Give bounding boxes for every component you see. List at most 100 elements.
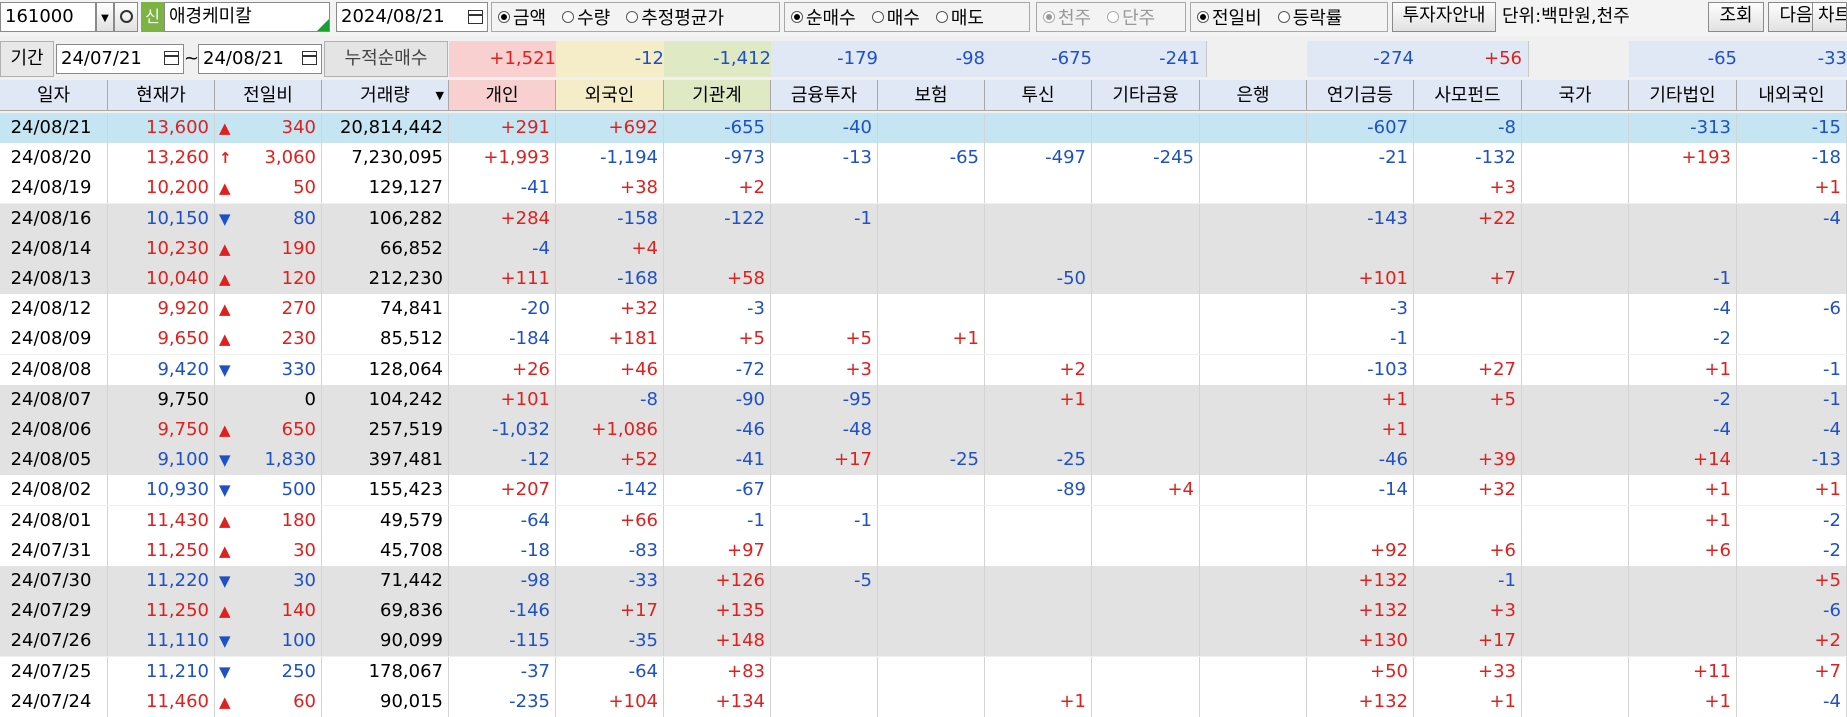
stock-name-field[interactable]: 애경케미칼 (164, 2, 330, 32)
price-cell: 9,920 (108, 294, 215, 325)
table-row[interactable]: 24/07/24 11,460 60 ▲ 90,015 -235 +104 +134 +1 +13… (0, 686, 1847, 717)
date-input[interactable]: 2024/08/21 (336, 2, 488, 32)
column-header[interactable]: 일자 (0, 80, 108, 111)
table-row[interactable]: 24/08/12 9,920 270 ▲ 74,841 -20 +32 -3 -3 -4 -6 (0, 294, 1847, 325)
table-row[interactable]: 24/08/07 9,750 0 104,242 +101 -8 -90 -95 +1 +1 +5-… (0, 384, 1847, 415)
investor-value-cell: +1 (1414, 686, 1522, 717)
investor-value-cell (878, 535, 985, 566)
column-header[interactable]: 국가 (1522, 80, 1629, 111)
investor-value-cell: +5 (664, 324, 771, 355)
table-row[interactable]: 24/07/29 11,250 140 ▲ 69,836 -146 +17 +135 +132 +… (0, 596, 1847, 627)
table-row[interactable]: 24/07/30 11,220 30 ▼ 71,442 -98 -33 +126 -5 +132-… (0, 566, 1847, 596)
investor-value-cell: +3 (771, 354, 878, 385)
column-header[interactable]: 연기금등 (1307, 80, 1414, 111)
investor-value-cell (1200, 203, 1307, 234)
column-header[interactable]: 금융투자 (771, 80, 878, 111)
column-header[interactable]: 전일비 (215, 80, 322, 111)
column-header[interactable]: 기타법인 (1629, 80, 1737, 111)
radio-est-avg-price[interactable]: 추정평균가 (620, 4, 724, 30)
table-row[interactable]: 24/07/26 11,110 100 ▼ 90,099 -115 -35 +148 +130 +… (0, 626, 1847, 657)
investor-value-cell: +111 (449, 264, 556, 294)
query-button[interactable]: 조회 (1708, 2, 1764, 32)
investor-value-cell (664, 233, 771, 264)
investor-value-cell: +132 (1307, 686, 1414, 717)
table-row[interactable]: 24/08/14 10,230 190 ▲ 66,852 -4 +4 (0, 233, 1847, 264)
date-cell: 24/08/20 (0, 143, 108, 174)
investor-value-cell: -21 (1307, 143, 1414, 174)
investor-value-cell (1522, 384, 1629, 415)
cumulative-value-cell: -65 (1629, 41, 1744, 77)
search-icon (119, 10, 133, 23)
table-row[interactable]: 24/08/01 11,430 180 ▲ 49,579 -64 +66 -1 -1 +1 -2 (0, 505, 1847, 536)
table-row[interactable]: 24/08/16 10,150 80 ▼ 106,282 +284 -158 -122 -1 -1… (0, 203, 1847, 234)
column-header[interactable]: 기타금융 (1092, 80, 1200, 111)
table-row[interactable]: 24/08/02 10,930 500 ▼ 155,423 +207 -142 -67 -89 +… (0, 475, 1847, 506)
table-row[interactable]: 24/08/13 10,040 120 ▲ 212,230 +111 -168 +58 -50 +… (0, 264, 1847, 294)
radio-net-buy[interactable]: 순매수 (785, 4, 856, 30)
investor-value-cell: -50 (985, 264, 1092, 294)
radio-quantity[interactable]: 수량 (556, 4, 610, 30)
change-cell: 0 (215, 384, 322, 415)
investor-value-cell: -37 (449, 656, 556, 687)
radio-label: 등락률 (1292, 8, 1343, 29)
table-row[interactable]: 24/08/21 13,600 340 ▲ 20,814,442 +291 +692 -655… (0, 113, 1847, 143)
new-listing-badge: 신 (141, 2, 164, 32)
table-row[interactable]: 24/08/08 9,420 330 ▼ 128,064 +26 +46 -72 +3 +2 -10… (0, 354, 1847, 385)
volume-cell: 7,230,095 (322, 143, 449, 174)
up-arrow-icon: ▲ (219, 602, 231, 621)
investor-value-cell (771, 535, 878, 566)
investor-value-cell: +1 (1629, 354, 1737, 385)
calendar-icon[interactable] (468, 10, 483, 24)
change-cell: 80 ▼ (215, 203, 322, 234)
column-header[interactable]: 외국인 (556, 80, 664, 111)
column-header[interactable]: 기관계 (664, 80, 771, 111)
date-cell: 24/07/30 (0, 566, 108, 596)
volume-cell: 85,512 (322, 324, 449, 355)
sort-dropdown-icon[interactable]: ▼ (436, 80, 444, 111)
investor-value-cell (1522, 324, 1629, 355)
column-header[interactable]: 내외국인 (1737, 80, 1847, 111)
code-dropdown-button[interactable]: ▼ (96, 2, 114, 32)
radio-single-shares[interactable]: 단주 (1101, 4, 1155, 30)
table-row[interactable]: 24/08/06 9,750 650 ▲ 257,519 -1,032 +1,086 -46-… (0, 415, 1847, 445)
radio-change-rate[interactable]: 등락률 (1272, 4, 1343, 30)
investor-value-cell: +2 (1737, 626, 1847, 657)
investor-value-cell (985, 535, 1092, 566)
investor-value-cell (1092, 354, 1200, 385)
investor-value-cell (1200, 566, 1307, 596)
column-header[interactable]: 개인 (449, 80, 556, 111)
chart-button[interactable]: 차트 (1812, 2, 1847, 32)
radio-icon (791, 11, 803, 23)
investor-value-cell: -132 (1414, 143, 1522, 174)
radio-buy[interactable]: 매수 (866, 4, 920, 30)
radio-amount[interactable]: 금액 (492, 4, 546, 30)
column-header[interactable]: 보험 (878, 80, 985, 111)
investor-value-cell: -497 (985, 143, 1092, 174)
table-row[interactable]: 24/08/05 9,100 1,830 ▼ 397,481 -12 +52 -41 +17 -2… (0, 445, 1847, 476)
column-header[interactable]: 현재가 (108, 80, 215, 111)
investor-value-cell (1092, 535, 1200, 566)
table-row[interactable]: 24/07/25 11,210 250 ▼ 178,067 -37 -64 +83 +50 +33… (0, 656, 1847, 687)
radio-prev-day-diff[interactable]: 전일비 (1191, 4, 1262, 30)
investor-value-cell (771, 596, 878, 627)
down-arrow-icon: ▼ (219, 481, 231, 500)
column-header[interactable]: 사모펀드 (1414, 80, 1522, 111)
investor-value-cell: -64 (556, 656, 664, 687)
radio-thousand-shares[interactable]: 천주 (1037, 4, 1091, 30)
stock-search-button[interactable] (114, 2, 138, 32)
column-header[interactable]: 거래량 ▼ (322, 80, 449, 111)
column-header[interactable]: 투신 (985, 80, 1092, 111)
table-row[interactable]: 24/08/20 13,260 3,060 ↑ 7,230,095 +1,993 -1,19… (0, 143, 1847, 174)
investor-value-cell: +101 (449, 384, 556, 415)
radio-sell[interactable]: 매도 (930, 4, 984, 30)
table-row[interactable]: 24/08/09 9,650 230 ▲ 85,512 -184 +181 +5 +5 +1 -1-… (0, 324, 1847, 355)
investor-value-cell (1092, 203, 1200, 234)
investor-value-cell (1737, 233, 1847, 264)
table-row[interactable]: 24/08/19 10,200 50 ▲ 129,127 -41 +38 +2 +3 +1 (0, 173, 1847, 204)
investor-value-cell: +2 (664, 173, 771, 204)
column-header[interactable]: 은행 (1200, 80, 1307, 111)
stock-code-input[interactable]: 161000 (0, 2, 96, 32)
investor-guide-button[interactable]: 투자자안내 (1392, 2, 1496, 32)
table-row[interactable]: 24/07/31 11,250 30 ▲ 45,708 -18 -83 +97 +92 +6 +6-… (0, 535, 1847, 566)
investor-value-cell: -98 (449, 566, 556, 596)
